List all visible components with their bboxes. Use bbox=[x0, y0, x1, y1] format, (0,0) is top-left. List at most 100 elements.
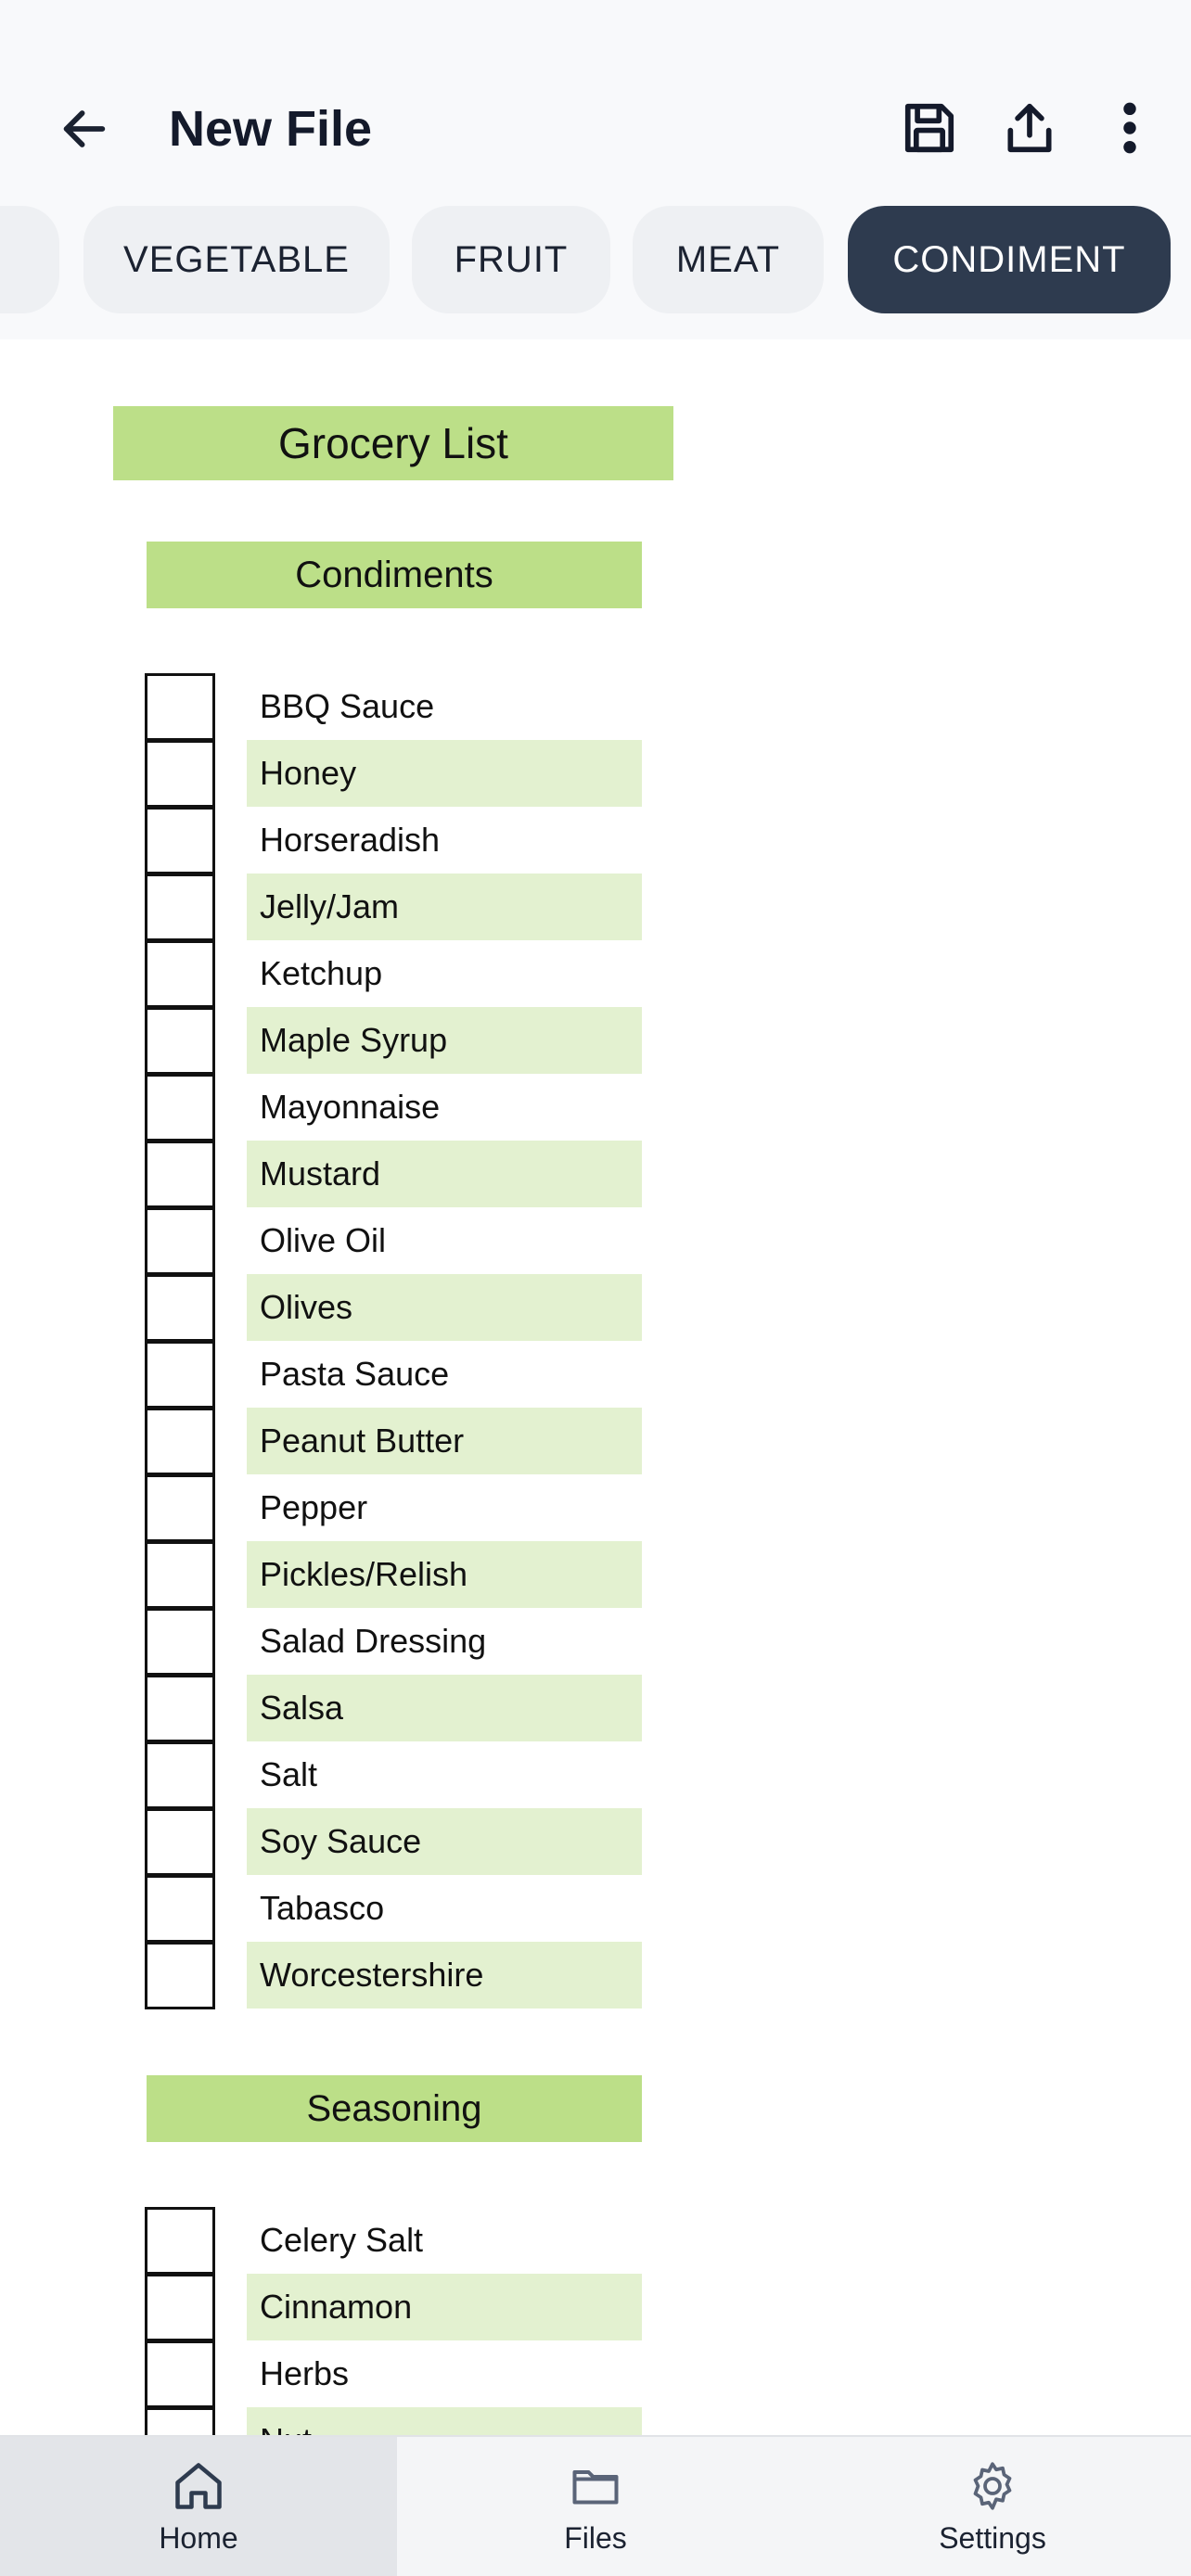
item-cell[interactable]: Celery Salt bbox=[247, 2207, 642, 2274]
category-tabs: VEGETABLE FRUIT MEAT CONDIMENT bbox=[0, 204, 1191, 315]
sheet-title[interactable]: Grocery List bbox=[113, 406, 673, 480]
checkbox[interactable] bbox=[145, 1474, 215, 1542]
bottom-navigation: Home Files Settings bbox=[0, 2435, 1191, 2576]
item-cell[interactable]: Salsa bbox=[247, 1675, 642, 1741]
checkbox[interactable] bbox=[145, 1942, 215, 2009]
list-item: Celery Salt bbox=[145, 2207, 642, 2275]
checkbox[interactable] bbox=[145, 673, 215, 741]
item-cell[interactable]: Soy Sauce bbox=[247, 1808, 642, 1875]
item-cell[interactable]: Mustard bbox=[247, 1141, 642, 1207]
list-item: Pepper bbox=[145, 1474, 642, 1542]
checkbox[interactable] bbox=[145, 1541, 215, 1609]
checkbox[interactable] bbox=[145, 2340, 215, 2408]
item-cell[interactable]: Jelly/Jam bbox=[247, 874, 642, 940]
item-cell[interactable]: Salt bbox=[247, 1741, 642, 1808]
checkbox[interactable] bbox=[145, 874, 215, 941]
checkbox[interactable] bbox=[145, 2407, 215, 2435]
checkbox[interactable] bbox=[145, 2274, 215, 2341]
list-item: Pasta Sauce bbox=[145, 1341, 642, 1409]
list-item: Cinnamon bbox=[145, 2274, 642, 2341]
checkbox[interactable] bbox=[145, 1007, 215, 1075]
list-item: Nut bbox=[145, 2407, 642, 2435]
item-cell[interactable]: Salad Dressing bbox=[247, 1608, 642, 1675]
list-item: Olives bbox=[145, 1274, 642, 1342]
item-cell[interactable]: Horseradish bbox=[247, 807, 642, 874]
save-icon bbox=[904, 103, 954, 153]
item-cell[interactable]: Olive Oil bbox=[247, 1207, 642, 1274]
page-title: New File bbox=[169, 101, 373, 157]
checkbox[interactable] bbox=[145, 1741, 215, 1809]
checkbox[interactable] bbox=[145, 940, 215, 1008]
checkbox[interactable] bbox=[145, 1808, 215, 1876]
item-cell[interactable]: Nut bbox=[247, 2407, 642, 2435]
checkbox[interactable] bbox=[145, 1341, 215, 1409]
save-button[interactable] bbox=[892, 91, 967, 165]
arrow-left-icon bbox=[63, 110, 106, 147]
list-item: Olive Oil bbox=[145, 1207, 642, 1275]
list-item: Peanut Butter bbox=[145, 1408, 642, 1475]
checkbox[interactable] bbox=[145, 1207, 215, 1275]
list-item: Pickles/Relish bbox=[145, 1541, 642, 1609]
item-cell[interactable]: Olives bbox=[247, 1274, 642, 1341]
share-button[interactable] bbox=[992, 91, 1067, 165]
list-item: Tabasco bbox=[145, 1875, 642, 1943]
more-options-button[interactable] bbox=[1093, 91, 1167, 165]
item-cell[interactable]: Mayonnaise bbox=[247, 1074, 642, 1141]
list-item: Salt bbox=[145, 1741, 642, 1809]
tab-fruit[interactable]: FRUIT bbox=[412, 206, 610, 313]
item-cell[interactable]: Pickles/Relish bbox=[247, 1541, 642, 1608]
item-cell[interactable]: BBQ Sauce bbox=[247, 673, 642, 740]
nav-home[interactable]: Home bbox=[0, 2437, 397, 2576]
folder-icon bbox=[572, 2469, 619, 2504]
list-item: Mustard bbox=[145, 1141, 642, 1208]
top-bar: New File bbox=[0, 65, 1191, 185]
share-icon bbox=[1007, 103, 1052, 153]
list-item: Horseradish bbox=[145, 807, 642, 874]
checkbox[interactable] bbox=[145, 1875, 215, 1943]
checkbox[interactable] bbox=[145, 740, 215, 808]
checkbox[interactable] bbox=[145, 1608, 215, 1676]
checkbox[interactable] bbox=[145, 1274, 215, 1342]
nav-home-label: Home bbox=[159, 2520, 238, 2555]
item-cell[interactable]: Honey bbox=[247, 740, 642, 807]
tab-meat[interactable]: MEAT bbox=[633, 206, 824, 313]
nav-files[interactable]: Files bbox=[397, 2437, 794, 2576]
nav-settings[interactable]: Settings bbox=[794, 2437, 1191, 2576]
item-cell[interactable]: Ketchup bbox=[247, 940, 642, 1007]
item-cell[interactable]: Maple Syrup bbox=[247, 1007, 642, 1074]
item-cell[interactable]: Cinnamon bbox=[247, 2274, 642, 2340]
checkbox[interactable] bbox=[145, 1675, 215, 1742]
spreadsheet-view[interactable]: Grocery List Condiments BBQ Sauce Honey … bbox=[0, 339, 1191, 2435]
item-cell[interactable]: Worcestershire bbox=[247, 1942, 642, 2009]
checkbox[interactable] bbox=[145, 2207, 215, 2275]
list-item: Maple Syrup bbox=[145, 1007, 642, 1075]
list-item: Herbs bbox=[145, 2340, 642, 2408]
item-cell[interactable]: Herbs bbox=[247, 2340, 642, 2407]
item-cell[interactable]: Tabasco bbox=[247, 1875, 642, 1942]
list-item: Honey bbox=[145, 740, 642, 808]
list-item: Jelly/Jam bbox=[145, 874, 642, 941]
list-item: Worcestershire bbox=[145, 1942, 642, 2009]
section-header-condiments[interactable]: Condiments bbox=[147, 542, 642, 608]
list-item: BBQ Sauce bbox=[145, 673, 642, 741]
list-item: Ketchup bbox=[145, 940, 642, 1008]
more-vertical-icon bbox=[1123, 102, 1136, 154]
nav-files-label: Files bbox=[564, 2520, 627, 2555]
checkbox[interactable] bbox=[145, 807, 215, 874]
section-header-seasoning[interactable]: Seasoning bbox=[147, 2075, 642, 2142]
checkbox[interactable] bbox=[145, 1408, 215, 1475]
back-button[interactable] bbox=[50, 95, 119, 163]
checkbox[interactable] bbox=[145, 1074, 215, 1141]
list-item: Salad Dressing bbox=[145, 1608, 642, 1676]
item-cell[interactable]: Peanut Butter bbox=[247, 1408, 642, 1474]
checkbox[interactable] bbox=[145, 1141, 215, 1208]
tab-vegetable[interactable]: VEGETABLE bbox=[83, 206, 390, 313]
item-cell[interactable]: Pepper bbox=[247, 1474, 642, 1541]
tab-condiment[interactable]: CONDIMENT bbox=[848, 206, 1171, 313]
item-cell[interactable]: Pasta Sauce bbox=[247, 1341, 642, 1408]
gear-icon bbox=[973, 2461, 1012, 2510]
list-item: Soy Sauce bbox=[145, 1808, 642, 1876]
app-header: New File VEGETABLE FRUIT MEAT CONDIMENT bbox=[0, 0, 1191, 339]
tab-partial[interactable] bbox=[0, 206, 59, 313]
home-icon bbox=[175, 2462, 222, 2509]
